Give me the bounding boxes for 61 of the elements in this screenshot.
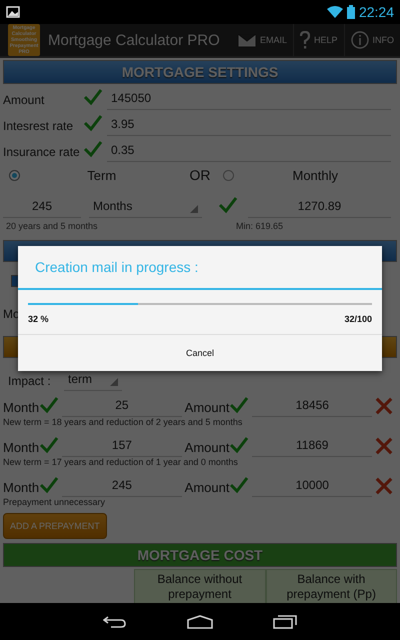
month-label: Month (3, 480, 40, 497)
monthly-hint: Min: 619.65 (236, 221, 284, 231)
impact-dropdown[interactable]: term (64, 372, 122, 391)
radio-button[interactable] (222, 170, 234, 180)
amount-field[interactable]: 10000 (252, 478, 372, 497)
or-label: OR (190, 167, 210, 183)
prepayment-note: New term = 18 years and reduction of 2 years and 5 months (3, 417, 244, 429)
month-field[interactable]: 245 (62, 478, 182, 497)
action-button[interactable]: INFO (344, 24, 400, 56)
amount-field[interactable]: 18456 (252, 398, 372, 417)
amount-field[interactable]: 11869 (252, 438, 372, 457)
progress-percent: 32 % (28, 314, 49, 324)
dropdown-corner-icon (190, 205, 198, 213)
option-label: Monthly (291, 168, 340, 182)
amount-label: Amount (184, 480, 230, 497)
envelope-icon (238, 34, 256, 46)
add-prepayment-button[interactable]: ADD A PREPAYMENT (3, 513, 107, 539)
back-icon (103, 614, 127, 628)
image-icon (6, 6, 20, 18)
input-field[interactable]: 3.95 (107, 117, 391, 136)
section-header: MORTGAGE SETTINGS (3, 60, 397, 84)
unit-dropdown[interactable]: Months (89, 199, 202, 218)
app-title: Mortgage Calculator PRO (48, 32, 221, 48)
clock-time: 22:24 (358, 4, 394, 20)
column-header: Balance without prepayment (134, 569, 266, 603)
delete-icon (375, 437, 394, 455)
radio-button[interactable] (9, 170, 20, 180)
input-field[interactable]: 145050 (107, 91, 391, 110)
amount-label: Amount (184, 400, 230, 417)
prepayment-note: Prepayment unnecessary (3, 497, 106, 509)
progress-count: 32/100 (344, 314, 372, 324)
field-label: Intesrest rate (3, 119, 74, 135)
action-button[interactable]: HELP (292, 24, 344, 56)
question-mark-icon (300, 31, 310, 49)
field-label: Insurance rate (3, 145, 81, 161)
action-button[interactable]: EMAIL (232, 24, 293, 56)
info-icon (350, 31, 368, 49)
month-label: Month (3, 400, 40, 417)
impact-label: Impact : (8, 374, 52, 390)
dialog-title: Creation mail in progress : (18, 246, 382, 290)
delete-icon (375, 477, 394, 495)
section-header: MORTGAGE COST (3, 543, 397, 567)
month-field[interactable]: 157 (62, 438, 182, 457)
option-label: Term (86, 168, 118, 182)
input-field[interactable]: 0.35 (107, 143, 391, 162)
term-field[interactable]: 245 (3, 199, 81, 218)
month-field[interactable]: 25 (62, 398, 182, 417)
monthly-field[interactable]: 1270.89 (248, 199, 391, 218)
home-icon (187, 614, 213, 628)
delete-icon (375, 397, 394, 415)
wifi-icon (326, 6, 343, 18)
amount-label: Amount (184, 440, 230, 457)
battery-icon (346, 5, 355, 19)
prepayment-note: New term = 17 years and reduction of 1 year and 0 months (3, 457, 239, 469)
cancel-button[interactable]: Cancel (18, 335, 382, 371)
term-hint: 20 years and 5 months (5, 221, 99, 231)
month-label: Month (3, 440, 40, 457)
column-header: Balance with prepayment (Pp) (266, 569, 397, 603)
field-label: Amount (3, 93, 46, 109)
dropdown-corner-icon (110, 378, 118, 386)
recent-apps-icon (273, 614, 297, 628)
